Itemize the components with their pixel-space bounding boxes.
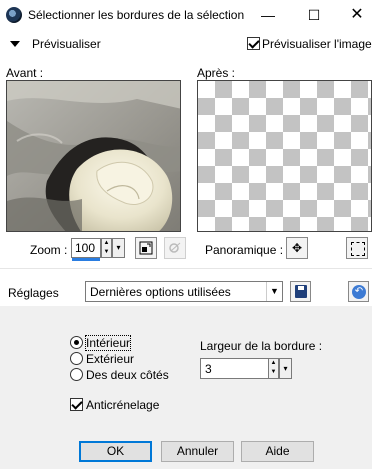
radio-interior[interactable]: [70, 336, 83, 349]
cancel-button[interactable]: Annuler: [161, 441, 234, 462]
proof-button[interactable]: [164, 237, 186, 259]
antialias-label[interactable]: Anticrénelage: [86, 398, 159, 412]
close-button[interactable]: ✕: [347, 5, 367, 25]
zoom-fit-button[interactable]: [135, 237, 157, 259]
save-preset-button[interactable]: [290, 281, 311, 302]
ok-button[interactable]: OK: [79, 441, 152, 462]
preview-image-checkbox[interactable]: [247, 37, 260, 50]
border-width-label: Largeur de la bordure :: [200, 339, 323, 353]
border-width-dropdown[interactable]: ▾: [279, 358, 292, 379]
pan-label: Panoramique :: [205, 243, 284, 257]
spin-down-icon[interactable]: ▼: [102, 248, 111, 257]
pan-button[interactable]: ✥: [286, 237, 308, 259]
preview-image-label[interactable]: Prévisualiser l'image: [262, 37, 372, 51]
minimize-button[interactable]: —: [258, 5, 278, 25]
window-title: Sélectionner les bordures de la sélectio…: [28, 8, 245, 22]
selection-preview-button[interactable]: [346, 237, 368, 259]
zoom-dropdown-button[interactable]: ▾: [112, 238, 125, 258]
radio-both-sides-label[interactable]: Des deux côtés: [86, 368, 169, 382]
spin-up-icon[interactable]: ▲: [269, 359, 278, 368]
zoom-input-focus-underline: [72, 258, 100, 261]
title-bar: Sélectionner les bordures de la sélectio…: [0, 0, 372, 30]
border-width-input[interactable]: 3: [200, 358, 269, 379]
spin-up-icon[interactable]: ▲: [102, 239, 111, 248]
radio-exterior-label[interactable]: Extérieur: [86, 352, 134, 366]
preview-section-label[interactable]: Prévisualiser: [32, 37, 101, 51]
radio-exterior[interactable]: [70, 352, 83, 365]
undo-arrow-icon: ↶: [352, 285, 366, 299]
before-preview-pane[interactable]: [6, 80, 181, 232]
zoom-spinner[interactable]: ▲ ▼: [101, 238, 112, 258]
help-button[interactable]: Aide: [241, 441, 314, 462]
after-preview-pane[interactable]: [197, 80, 372, 232]
move-arrows-icon: ✥: [291, 241, 303, 255]
preset-select[interactable]: Dernières options utilisées: [85, 281, 283, 302]
zoom-input[interactable]: 100: [71, 238, 101, 258]
reset-defaults-button[interactable]: ↶: [348, 281, 369, 302]
fit-window-icon: [139, 241, 153, 255]
antialias-checkbox[interactable]: [70, 398, 83, 411]
radio-interior-label[interactable]: Intérieur: [84, 335, 132, 351]
zoom-label: Zoom :: [30, 243, 68, 257]
chevron-down-icon[interactable]: ▼: [266, 282, 282, 301]
settings-label: Réglages: [8, 286, 59, 300]
before-label: Avant :: [6, 66, 44, 80]
after-label: Après :: [197, 66, 236, 80]
maximize-button[interactable]: ☐: [304, 5, 324, 25]
app-icon: [6, 7, 22, 23]
spin-down-icon[interactable]: ▼: [269, 368, 278, 377]
collapse-caret-icon[interactable]: [10, 41, 20, 47]
radio-both-sides[interactable]: [70, 368, 83, 381]
rose-preview-image: [7, 81, 180, 231]
border-width-spinner[interactable]: ▲ ▼: [268, 358, 279, 379]
proof-disabled-icon: [169, 242, 181, 253]
